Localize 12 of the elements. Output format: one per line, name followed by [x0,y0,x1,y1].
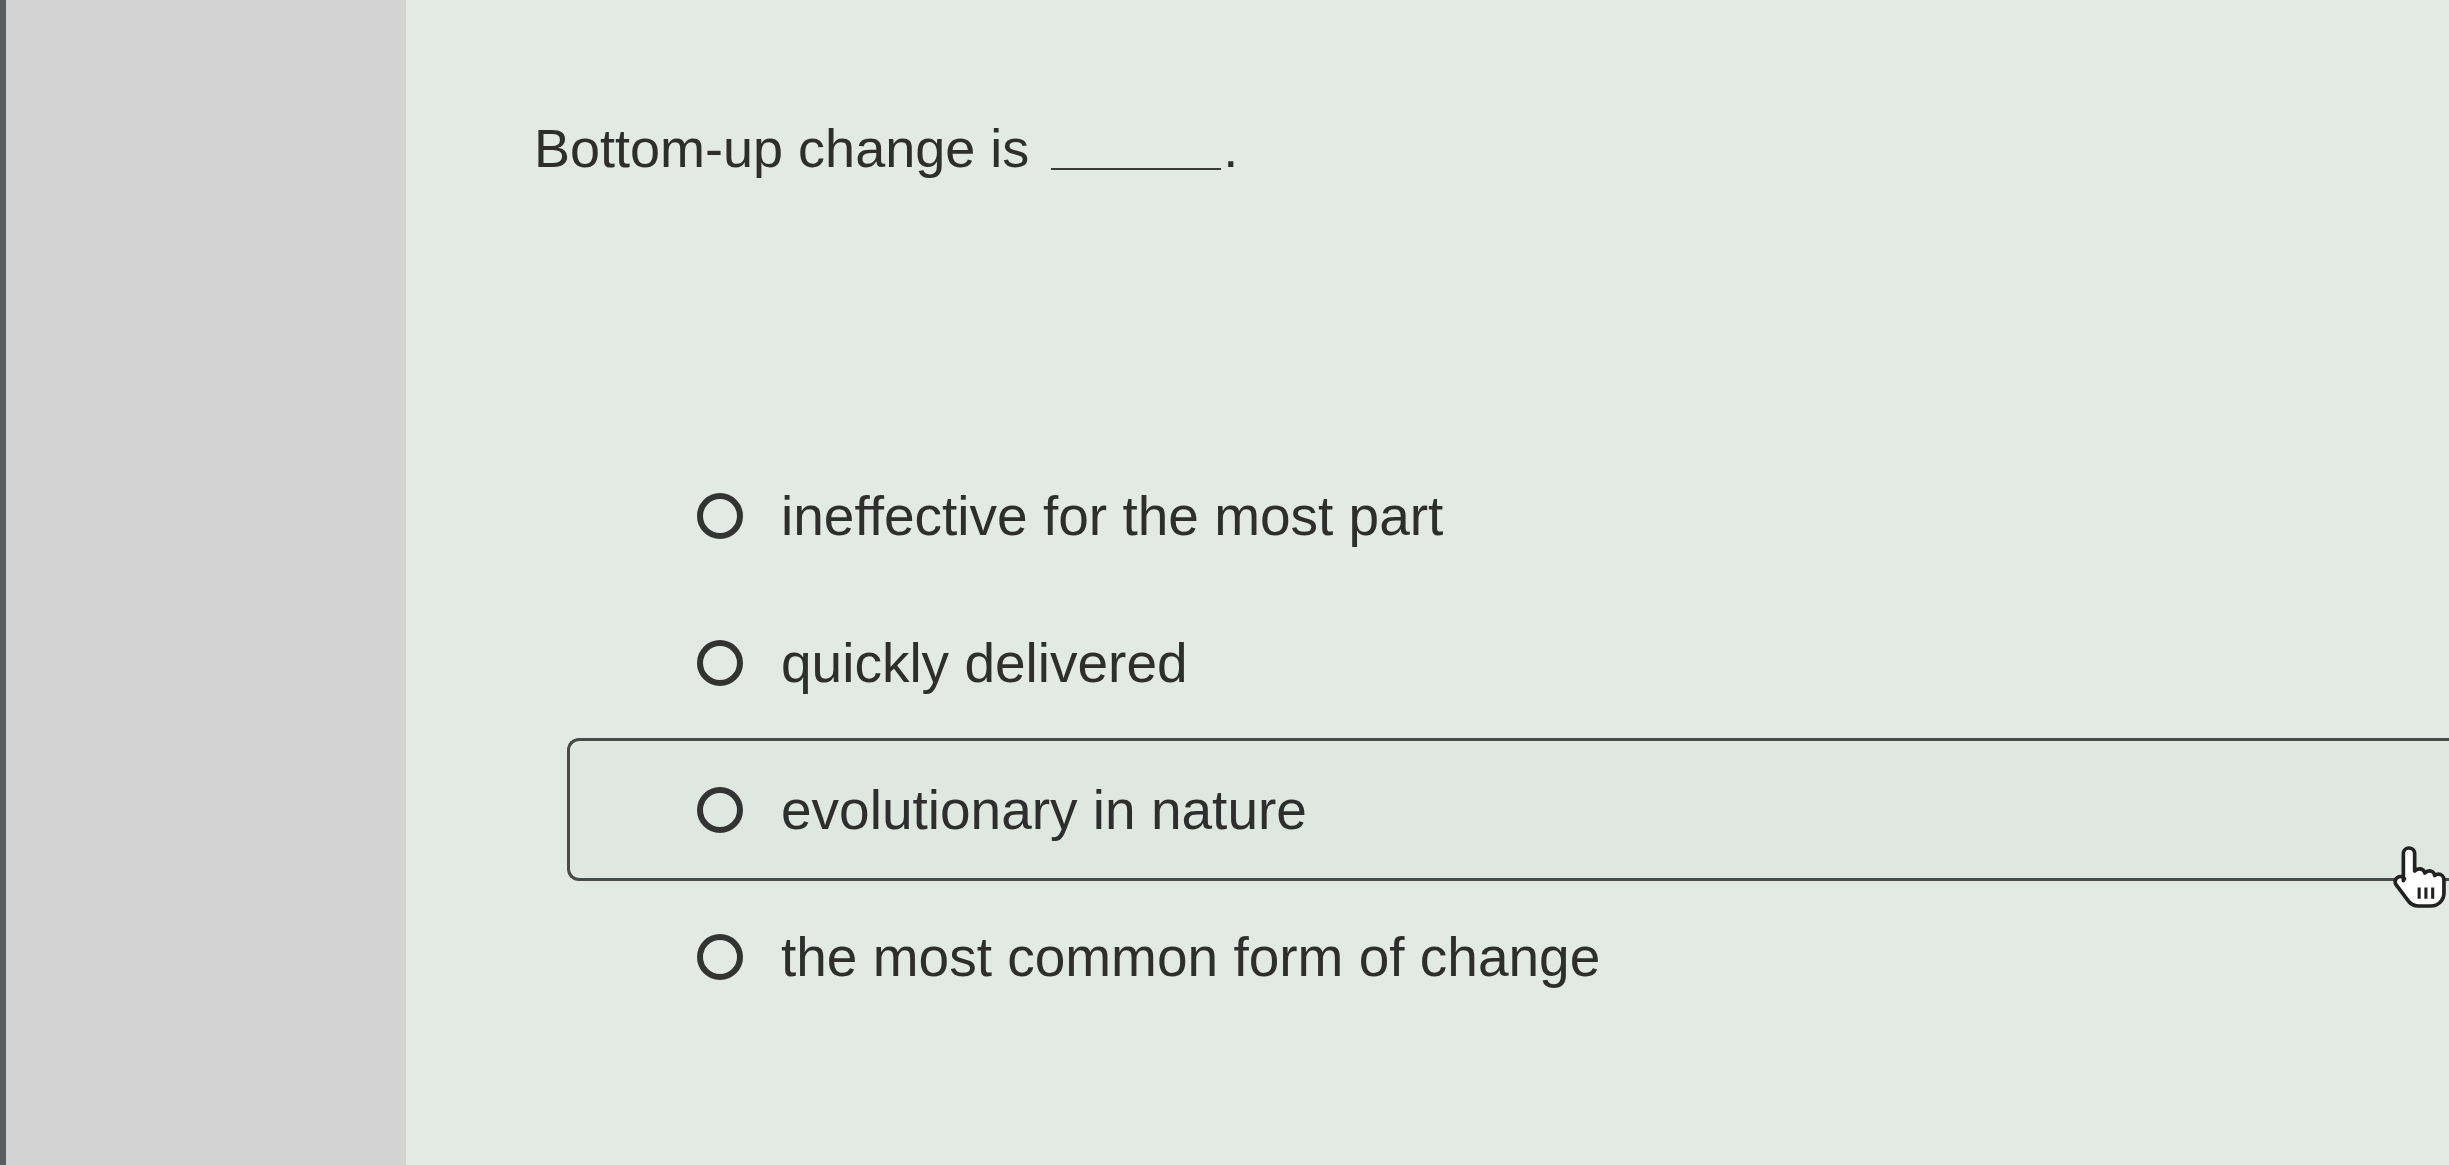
radio-button[interactable] [697,492,743,539]
period-mark: . [1223,117,1239,180]
option-label[interactable]: ineffective for the most part [781,483,1444,548]
radio-button[interactable] [697,933,743,980]
radio-button[interactable] [697,639,743,686]
option-label[interactable]: evolutionary in nature [781,777,1307,842]
option-label[interactable]: quickly delivered [781,630,1188,695]
pointer-hand-icon [2393,846,2447,908]
answer-option-highlight[interactable]: evolutionary in nature [567,738,2449,881]
option-label[interactable]: the most common form of change [781,924,1601,989]
question-text: Bottom-up change is [534,117,1030,180]
radio-button[interactable] [697,786,743,833]
